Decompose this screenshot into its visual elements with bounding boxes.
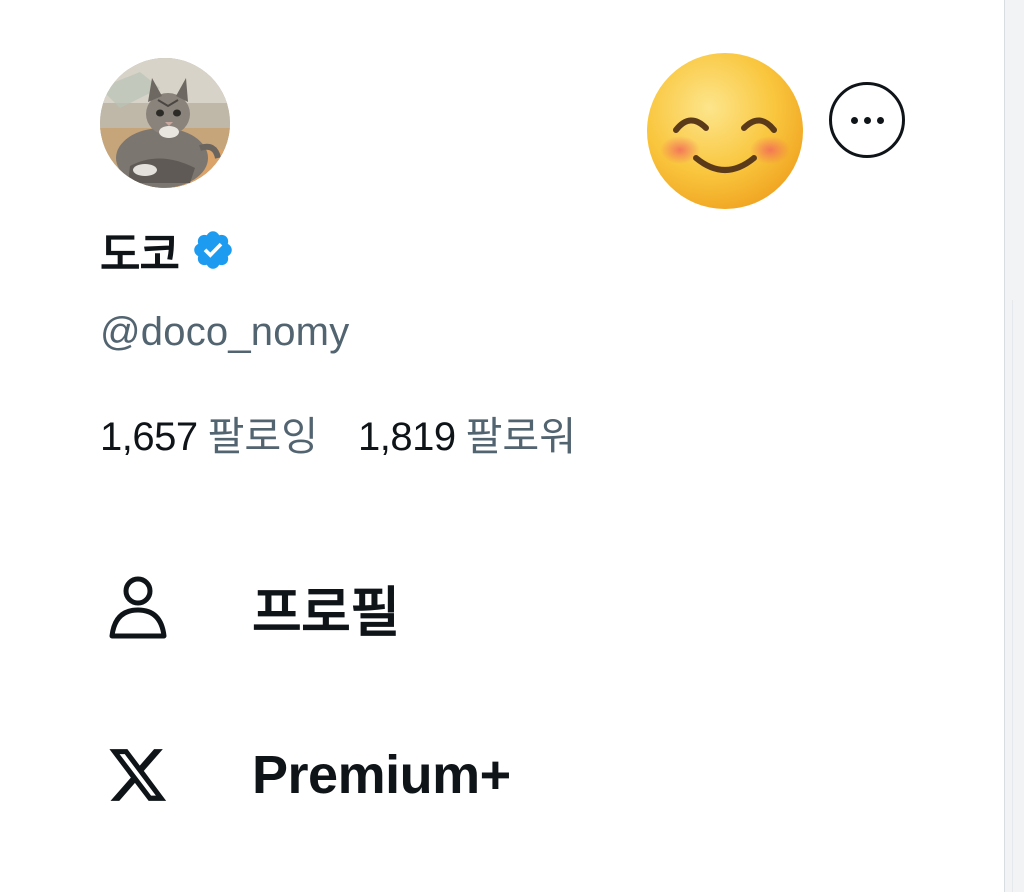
followers-stat[interactable]: 1,819 팔로워 (358, 404, 576, 462)
display-name: 도코 (100, 229, 180, 280)
follow-stats: 1,657 팔로잉 1,819 팔로워 (100, 404, 576, 462)
more-options-dot (863, 116, 871, 124)
more-options-dot (850, 116, 858, 124)
x-logo-icon (100, 737, 176, 813)
following-stat[interactable]: 1,657 팔로잉 (100, 404, 318, 462)
verified-badge-icon (194, 231, 232, 269)
account-drawer: 도코 @doco_nomy 1,657 팔로잉 1,819 팔로워 프로필 Pr… (0, 0, 1004, 892)
more-options-dot (876, 116, 884, 124)
menu-item-label: Premium+ (252, 745, 511, 805)
menu-item-label: 프로필 (252, 582, 400, 643)
following-count: 1,657 (100, 415, 198, 459)
profile-avatar[interactable] (100, 58, 230, 188)
account-drawer-screen: 도코 @doco_nomy 1,657 팔로잉 1,819 팔로워 프로필 Pr… (0, 0, 1024, 892)
cat-photo-avatar-icon (100, 58, 230, 188)
menu-item-premium[interactable]: Premium+ (100, 730, 700, 820)
background-scrim[interactable] (1004, 0, 1024, 892)
followers-count: 1,819 (358, 415, 456, 459)
following-label: 팔로잉 (207, 415, 319, 459)
person-icon (100, 569, 176, 645)
profile-handle: @doco_nomy (100, 310, 350, 354)
followers-label: 팔로워 (465, 415, 577, 459)
more-options-button[interactable] (829, 82, 905, 158)
menu-item-profile[interactable]: 프로필 (100, 562, 700, 652)
smiling-face-emoji-icon (646, 52, 804, 210)
scrim-divider (1012, 300, 1013, 892)
profile-name-row[interactable]: 도코 (100, 222, 235, 280)
